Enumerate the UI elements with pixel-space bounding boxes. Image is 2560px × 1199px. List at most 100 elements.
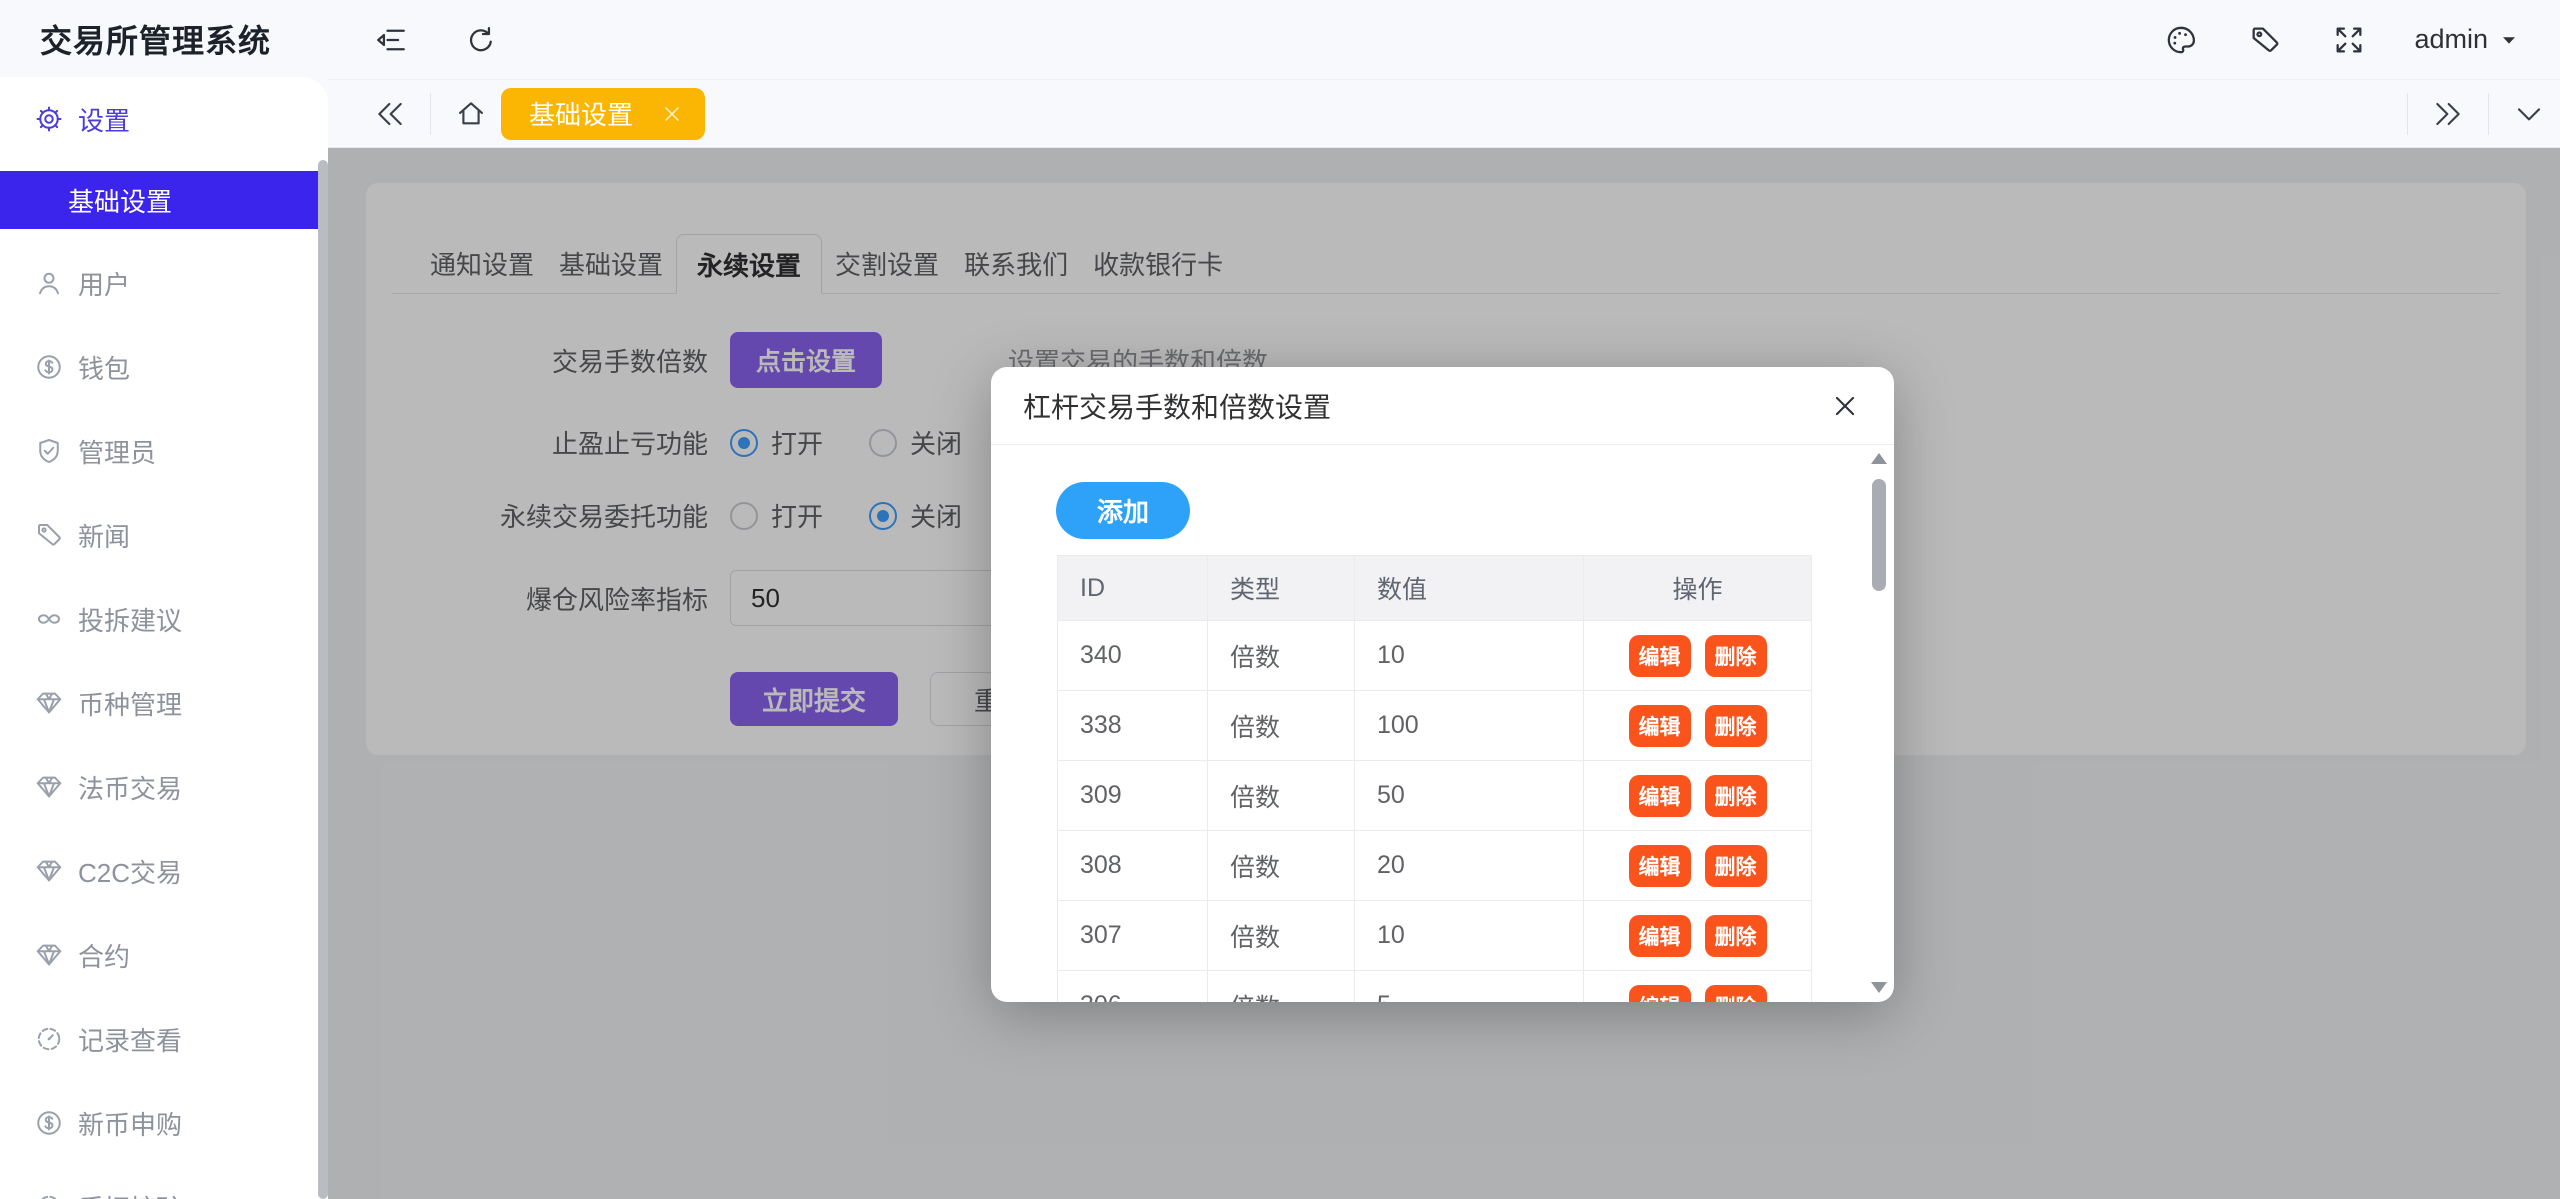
table-row: 308 倍数 20 编辑 删除: [1058, 830, 1811, 900]
col-header-id: ID: [1058, 556, 1208, 620]
sidebar-scrollbar[interactable]: [318, 160, 328, 1199]
refresh-icon[interactable]: [464, 23, 498, 57]
delete-button[interactable]: 删除: [1705, 985, 1767, 1003]
delete-button[interactable]: 删除: [1705, 775, 1767, 817]
leverage-settings-modal: 杠杆交易手数和倍数设置 添加 ID 类型 数值 操作 340 倍数 10: [991, 367, 1894, 1002]
sidebar-item-label: 法币交易: [78, 769, 182, 806]
collapse-sidebar-icon[interactable]: [374, 23, 408, 57]
open-tab-label: 基础设置: [529, 95, 633, 132]
sidebar-subitem-label: 基础设置: [68, 182, 172, 219]
cell-id: 340: [1058, 621, 1208, 690]
fullscreen-icon[interactable]: [2332, 23, 2366, 57]
scrollbar-thumb[interactable]: [1872, 479, 1886, 591]
cell-type: 倍数: [1208, 971, 1355, 1002]
content-area: 通知设置 基础设置 永续设置 交割设置 联系我们 收款银行卡 交易手数倍数 点击…: [328, 148, 2560, 1199]
cell-value: 50: [1355, 761, 1584, 830]
sidebar-item-c2c-trading[interactable]: C2C交易: [0, 829, 328, 913]
sidebar-item-records[interactable]: 记录查看: [0, 997, 328, 1081]
edit-button[interactable]: 编辑: [1629, 915, 1691, 957]
sidebar-item-label: C2C交易: [78, 853, 182, 890]
sidebar-menu: 设置 基础设置 用户 钱包 管理员 新闻 投拆: [0, 77, 328, 1199]
sidebar-item-feedback[interactable]: 投拆建议: [0, 577, 328, 661]
compass-icon: [34, 1024, 64, 1054]
sidebar: 交易所管理系统 设置 基础设置 用户 钱包 管理员: [0, 0, 328, 1199]
sidebar-item-new-coin-subscribe[interactable]: 新币申购: [0, 1081, 328, 1165]
palette-icon[interactable]: [2164, 23, 2198, 57]
chevrons-left-icon[interactable]: [374, 98, 406, 130]
edit-button[interactable]: 编辑: [1629, 845, 1691, 887]
sidebar-item-basic-settings[interactable]: 基础设置: [0, 171, 328, 229]
delete-button[interactable]: 删除: [1705, 845, 1767, 887]
table-header-row: ID 类型 数值 操作: [1058, 556, 1811, 620]
chevrons-right-icon[interactable]: [2432, 98, 2464, 130]
table-row: 307 倍数 10 编辑 删除: [1058, 900, 1811, 970]
divider: [2488, 93, 2489, 135]
cell-value: 10: [1355, 901, 1584, 970]
add-button[interactable]: 添加: [1056, 482, 1190, 539]
edit-button[interactable]: 编辑: [1629, 705, 1691, 747]
col-header-type: 类型: [1208, 556, 1355, 620]
username: admin: [2414, 24, 2488, 55]
app-root: 交易所管理系统 设置 基础设置 用户 钱包 管理员: [0, 0, 2560, 1199]
home-icon[interactable]: [455, 98, 487, 130]
edit-button[interactable]: 编辑: [1629, 985, 1691, 1003]
cell-id: 309: [1058, 761, 1208, 830]
diamond-icon: [34, 940, 64, 970]
sidebar-item-staking-mining[interactable]: 质押挖矿: [0, 1165, 328, 1199]
gear-icon: [34, 104, 64, 134]
table-row: 306 倍数 5 编辑 删除: [1058, 970, 1811, 1002]
user-icon: [34, 268, 64, 298]
col-header-value: 数值: [1355, 556, 1584, 620]
tag-icon: [34, 520, 64, 550]
modal-scrollbar[interactable]: [1870, 453, 1888, 993]
sidebar-item-label: 质押挖矿: [78, 1189, 182, 1199]
cell-value: 5: [1355, 971, 1584, 1002]
sidebar-item-news[interactable]: 新闻: [0, 493, 328, 577]
tab-close-icon[interactable]: [661, 103, 683, 125]
sidebar-item-label: 记录查看: [78, 1021, 182, 1058]
sidebar-item-label: 用户: [78, 265, 130, 302]
cell-value: 20: [1355, 831, 1584, 900]
cell-type: 倍数: [1208, 831, 1355, 900]
scroll-down-arrow[interactable]: [1871, 982, 1887, 993]
shield-check-icon: [34, 436, 64, 466]
sidebar-item-contract[interactable]: 合约: [0, 913, 328, 997]
cell-id: 338: [1058, 691, 1208, 760]
diamond-icon: [34, 856, 64, 886]
edit-button[interactable]: 编辑: [1629, 775, 1691, 817]
delete-button[interactable]: 删除: [1705, 635, 1767, 677]
sidebar-item-admins[interactable]: 管理员: [0, 409, 328, 493]
cell-value: 10: [1355, 621, 1584, 690]
sidebar-item-fiat-trading[interactable]: 法币交易: [0, 745, 328, 829]
delete-button[interactable]: 删除: [1705, 705, 1767, 747]
sidebar-item-label: 投拆建议: [78, 601, 182, 638]
scroll-up-arrow[interactable]: [1871, 453, 1887, 464]
tabbar: 基础设置: [328, 80, 2560, 148]
sidebar-item-coin-management[interactable]: 币种管理: [0, 661, 328, 745]
edit-button[interactable]: 编辑: [1629, 635, 1691, 677]
modal-body: 添加 ID 类型 数值 操作 340 倍数 10 编辑 删除: [991, 445, 1894, 1001]
cell-type: 倍数: [1208, 691, 1355, 760]
sidebar-item-wallet[interactable]: 钱包: [0, 325, 328, 409]
sidebar-item-users[interactable]: 用户: [0, 241, 328, 325]
chevron-down-icon[interactable]: [2513, 98, 2545, 130]
tag-icon[interactable]: [2248, 23, 2282, 57]
divider: [430, 93, 431, 135]
sidebar-item-label: 设置: [78, 101, 130, 138]
sidebar-item-settings[interactable]: 设置: [0, 77, 328, 161]
leverage-table: ID 类型 数值 操作 340 倍数 10 编辑 删除: [1057, 555, 1812, 1002]
topbar: admin: [328, 0, 2560, 80]
delete-button[interactable]: 删除: [1705, 915, 1767, 957]
divider: [2407, 93, 2408, 135]
sidebar-item-label: 新闻: [78, 517, 130, 554]
diamond-icon: [34, 772, 64, 802]
modal-title: 杠杆交易手数和倍数设置: [1023, 386, 1331, 426]
sidebar-item-label: 管理员: [78, 433, 156, 470]
sidebar-item-label: 钱包: [78, 349, 130, 386]
user-menu[interactable]: admin: [2414, 24, 2520, 55]
open-tab-basic-settings[interactable]: 基础设置: [501, 88, 705, 140]
compass-icon: [34, 1192, 64, 1199]
modal-close-icon[interactable]: [1830, 391, 1860, 421]
col-header-actions: 操作: [1584, 556, 1811, 620]
cell-id: 307: [1058, 901, 1208, 970]
